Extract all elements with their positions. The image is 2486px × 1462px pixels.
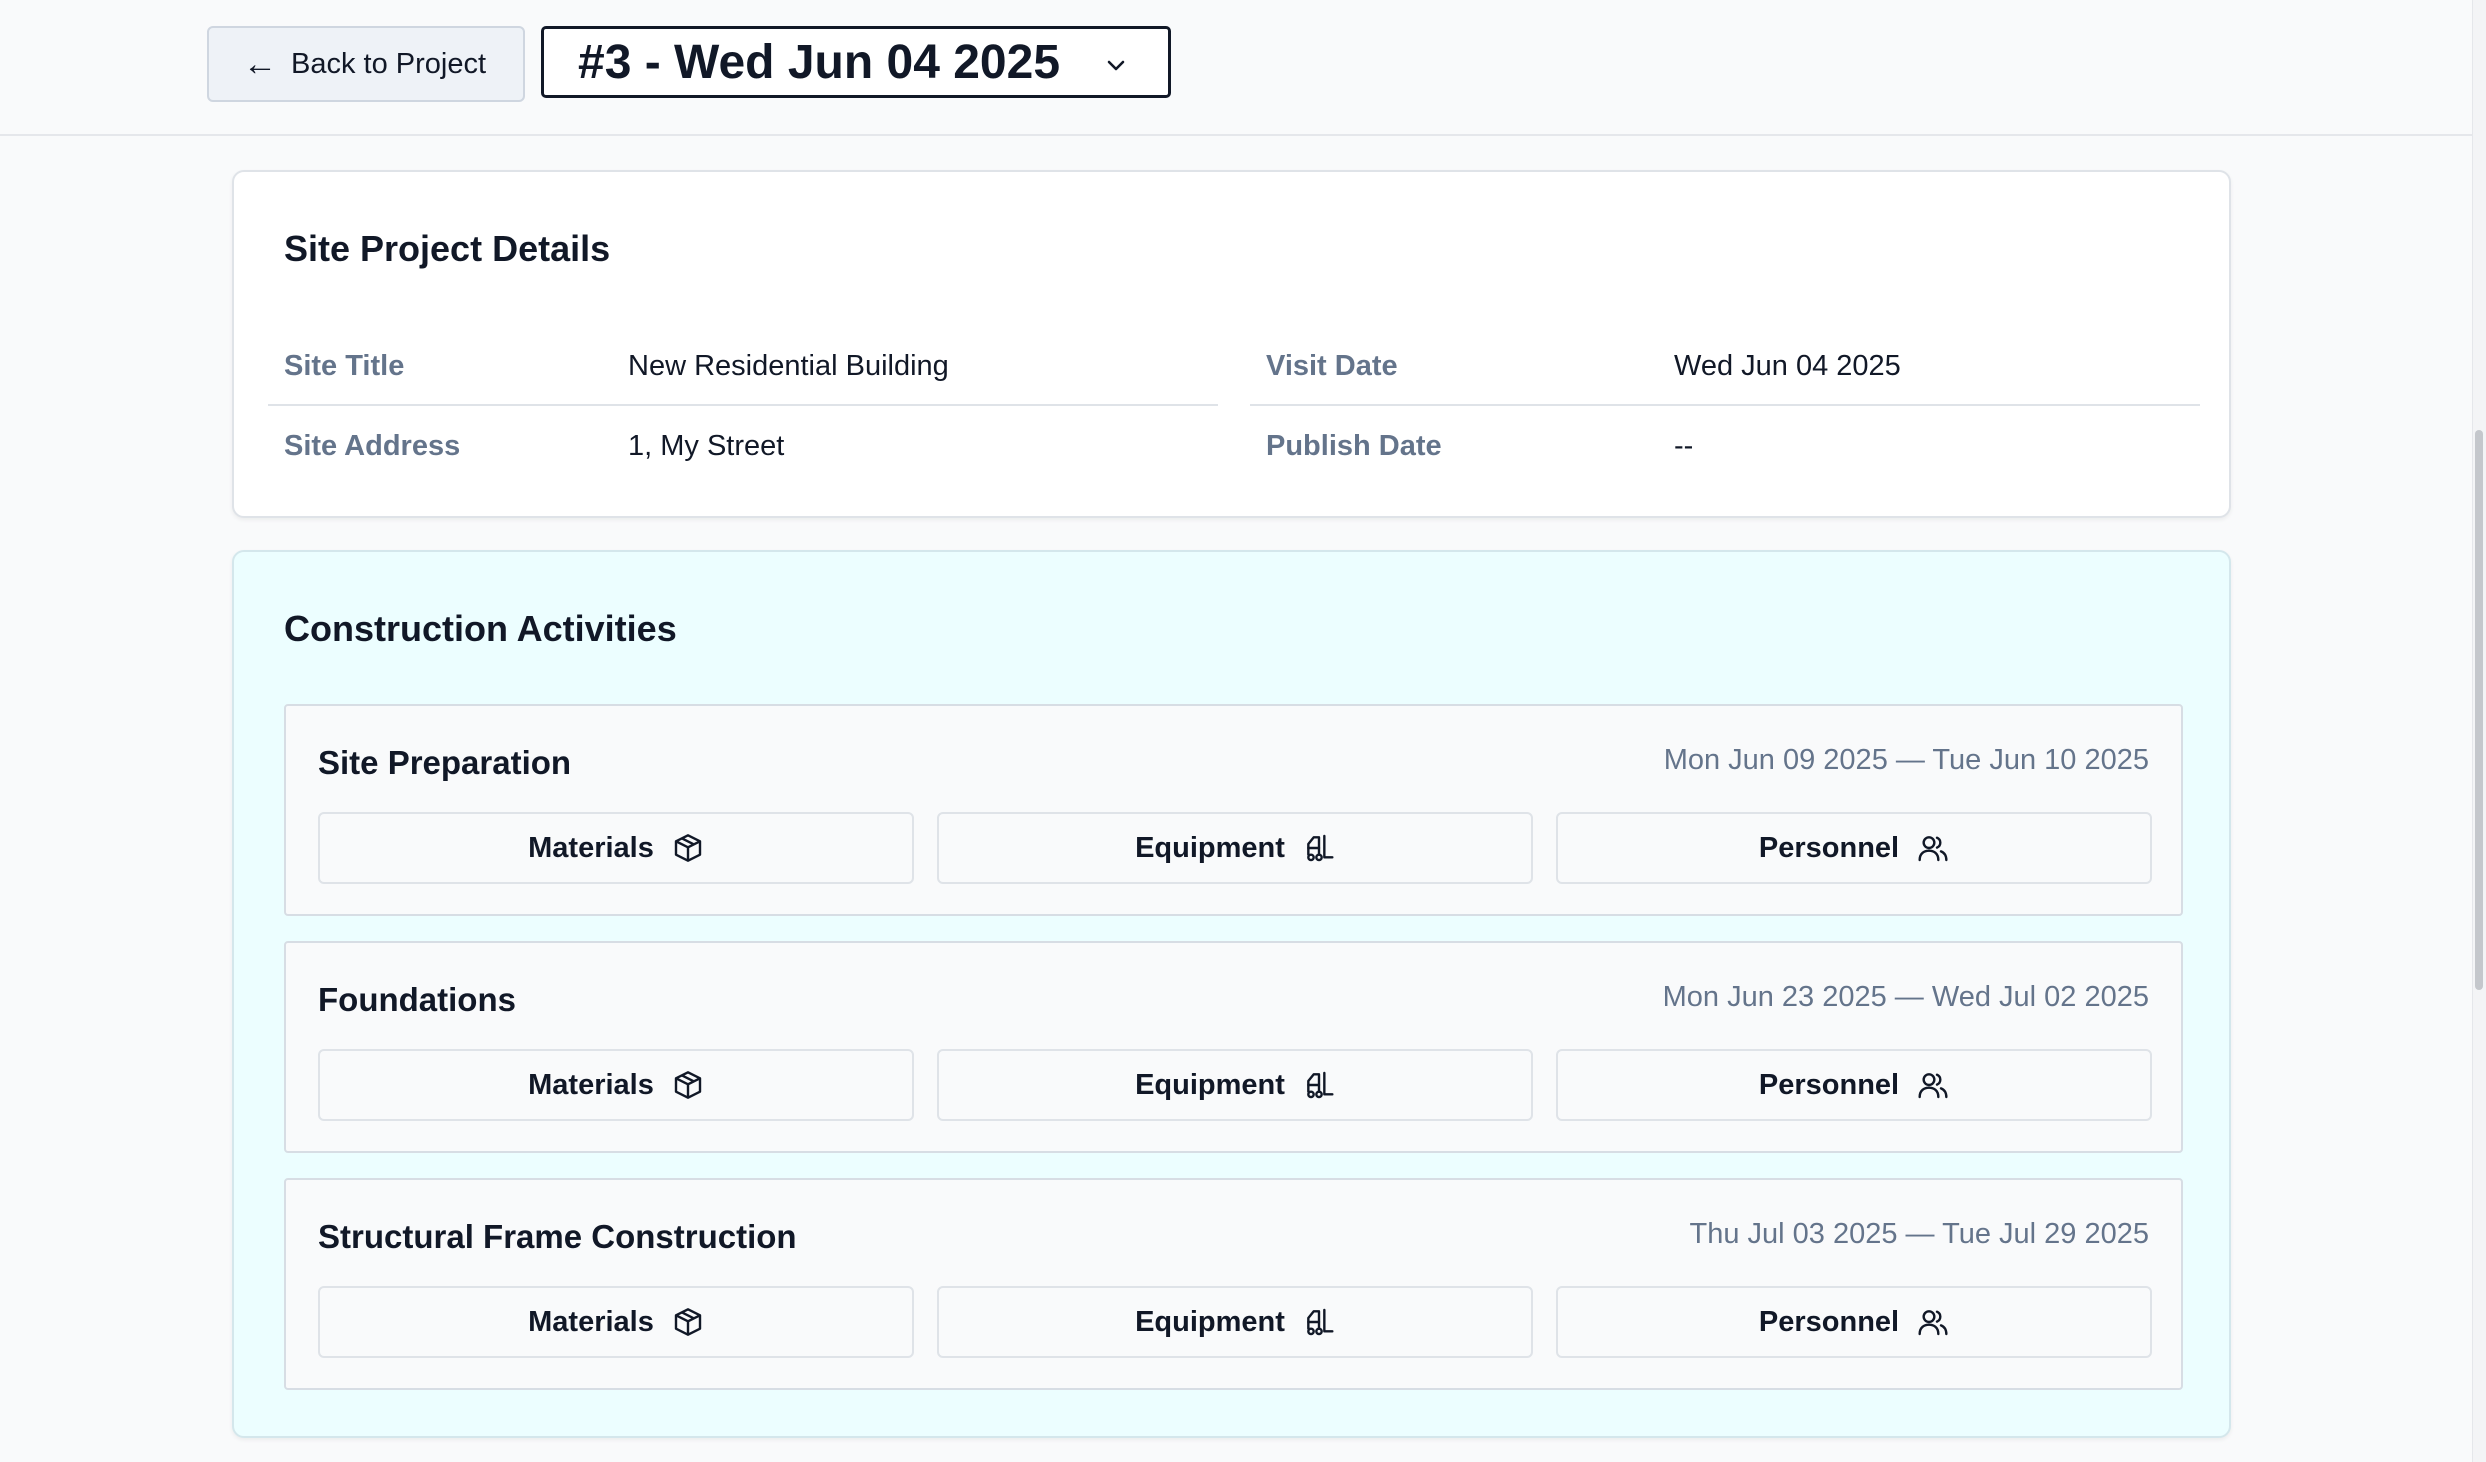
equipment-label: Equipment: [1135, 1305, 1285, 1338]
box-icon: [674, 834, 702, 862]
personnel-button[interactable]: Personnel: [1556, 812, 2152, 884]
personnel-label: Personnel: [1758, 1068, 1900, 1101]
materials-button[interactable]: Materials: [318, 812, 914, 884]
activity-site-preparation: Site Preparation Mon Jun 09 2025 — Tue J…: [284, 704, 2183, 916]
activity-name: Foundations: [318, 981, 516, 1018]
forklift-icon: [1307, 834, 1334, 862]
forklift-icon: [1307, 1308, 1334, 1336]
site-address-value: 1, My Street: [628, 430, 785, 462]
forklift-icon: [1307, 1071, 1334, 1099]
activities-title: Construction Activities: [284, 608, 677, 649]
arrow-left-icon: ←: [243, 45, 277, 83]
row-divider: [1250, 404, 2200, 406]
activity-name: Structural Frame Construction: [318, 1218, 797, 1255]
back-button-label: Back to Project: [291, 47, 487, 80]
personnel-button[interactable]: Personnel: [1556, 1049, 2152, 1121]
personnel-button[interactable]: Personnel: [1556, 1286, 2152, 1358]
activity-dates: Mon Jun 09 2025 — Tue Jun 10 2025: [1663, 744, 2149, 776]
construction-activities-card: Construction Activities Site Preparation…: [232, 550, 2231, 1438]
back-to-project-button[interactable]: ← Back to Project: [207, 26, 525, 102]
visit-date-label: Visit Date: [1266, 350, 1398, 382]
publish-date-label: Publish Date: [1266, 430, 1442, 462]
activity-foundations: Foundations Mon Jun 23 2025 — Wed Jul 02…: [284, 941, 2183, 1153]
personnel-label: Personnel: [1758, 831, 1900, 864]
site-title-value: New Residential Building: [628, 350, 949, 382]
equipment-button[interactable]: Equipment: [937, 812, 1533, 884]
activity-structural-frame-construction: Structural Frame Construction Thu Jul 03…: [284, 1178, 2183, 1390]
activity-name: Site Preparation: [318, 744, 572, 781]
materials-button[interactable]: Materials: [318, 1286, 914, 1358]
materials-label: Materials: [528, 1068, 654, 1101]
visit-select-value: #3 - Wed Jun 04 2025: [578, 35, 1061, 89]
users-icon: [1918, 1310, 1948, 1336]
details-title: Site Project Details: [284, 228, 611, 269]
equipment-label: Equipment: [1135, 831, 1285, 864]
equipment-button[interactable]: Equipment: [937, 1286, 1533, 1358]
box-icon: [674, 1071, 702, 1099]
materials-button[interactable]: Materials: [318, 1049, 914, 1121]
materials-label: Materials: [528, 831, 654, 864]
chevron-down-icon: [1107, 60, 1125, 71]
visit-select-dropdown[interactable]: #3 - Wed Jun 04 2025: [541, 26, 1171, 98]
site-address-label: Site Address: [284, 430, 461, 462]
publish-date-value: --: [1674, 430, 1694, 462]
materials-label: Materials: [528, 1305, 654, 1338]
equipment-label: Equipment: [1135, 1068, 1285, 1101]
top-bar: ← Back to Project #3 - Wed Jun 04 2025: [0, 0, 2472, 136]
equipment-button[interactable]: Equipment: [937, 1049, 1533, 1121]
activity-dates: Mon Jun 23 2025 — Wed Jul 02 2025: [1662, 981, 2149, 1013]
personnel-label: Personnel: [1758, 1305, 1900, 1338]
users-icon: [1918, 1073, 1948, 1099]
row-divider: [268, 404, 1218, 406]
site-project-details-card: Site Project Details Site Title New Resi…: [232, 170, 2231, 518]
users-icon: [1918, 836, 1948, 862]
scrollbar-thumb[interactable]: [2475, 430, 2483, 990]
visit-date-value: Wed Jun 04 2025: [1674, 350, 1901, 382]
box-icon: [674, 1308, 702, 1336]
activity-dates: Thu Jul 03 2025 — Tue Jul 29 2025: [1689, 1218, 2149, 1250]
site-title-label: Site Title: [284, 350, 405, 382]
